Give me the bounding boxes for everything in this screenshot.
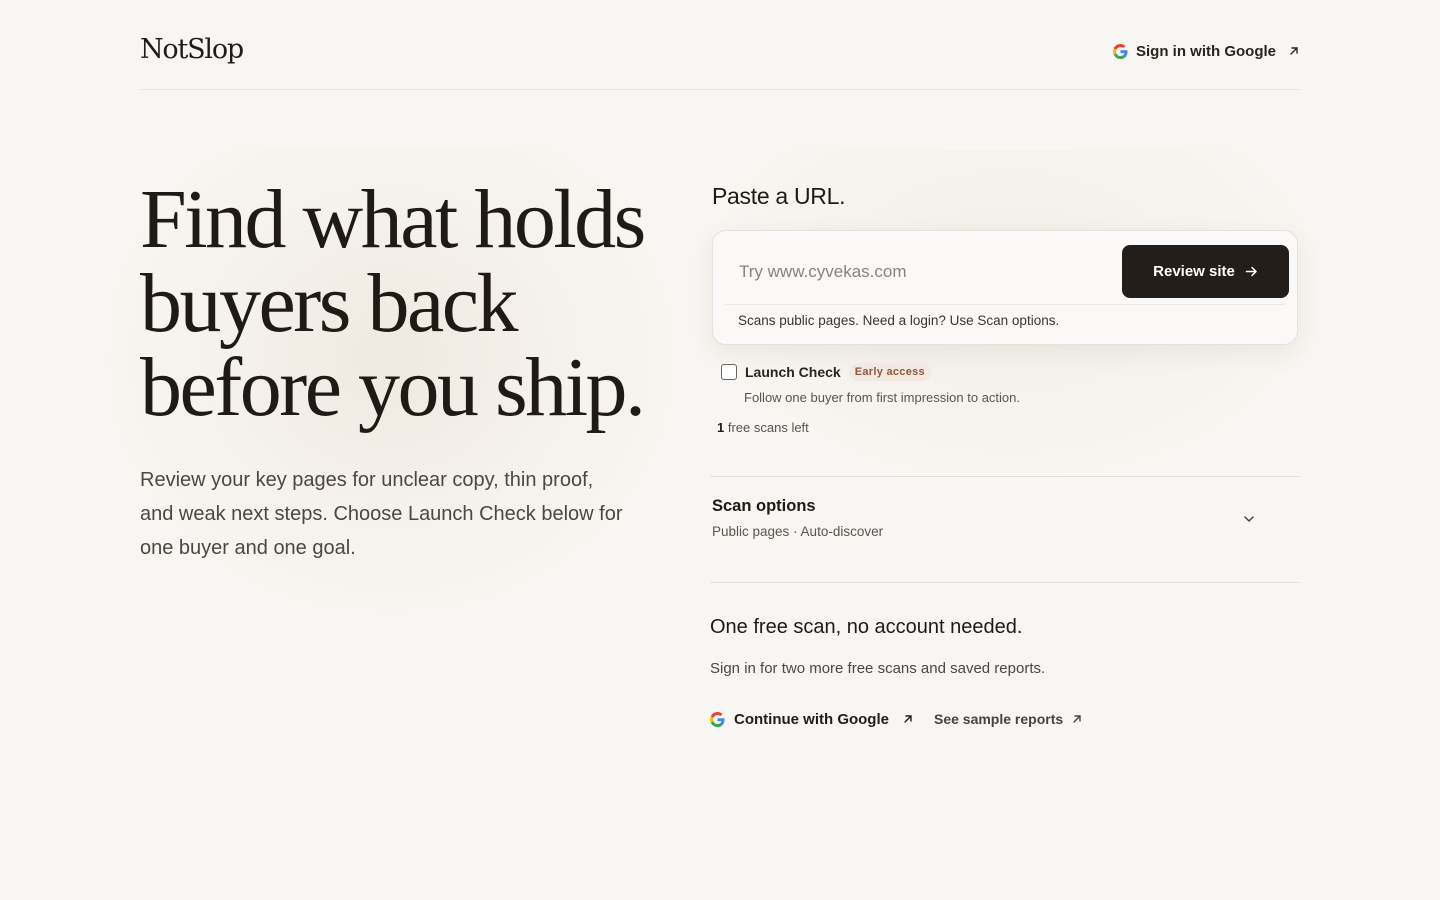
- divider: [710, 582, 1300, 583]
- early-access-badge: Early access: [848, 363, 931, 381]
- free-scan-heading: One free scan, no account needed.: [710, 616, 1023, 638]
- see-sample-reports-link[interactable]: See sample reports: [934, 711, 1083, 727]
- arrow-up-right-icon: [1073, 715, 1081, 723]
- google-icon: [1113, 43, 1128, 59]
- arrow-right-icon: [1245, 266, 1257, 277]
- sign-in-label: Sign in with Google: [1136, 42, 1276, 60]
- sign-in-with-google-link[interactable]: Sign in with Google: [1113, 40, 1300, 62]
- free-scans-text: free scans left: [727, 420, 809, 435]
- chevron-down-icon: [1244, 516, 1254, 522]
- card-divider: [725, 304, 1285, 305]
- launch-check-checkbox[interactable]: [721, 364, 737, 380]
- review-site-label: Review site: [1153, 263, 1235, 280]
- site-header: NotSlop Sign in with Google: [140, 0, 1300, 90]
- url-input[interactable]: [727, 247, 1107, 297]
- free-scans-left: 1 free scans left: [717, 420, 809, 435]
- arrow-up-right-icon: [1290, 47, 1298, 55]
- launch-check-description: Follow one buyer from first impression t…: [744, 390, 1020, 405]
- launch-check-label[interactable]: Launch Check: [745, 364, 841, 380]
- hero-title: Find what holds buyers back before you s…: [140, 173, 646, 434]
- continue-with-google-link[interactable]: Continue with Google: [710, 711, 914, 728]
- scan-options-toggle[interactable]: Scan options Public pages · Auto-discove…: [710, 492, 1300, 568]
- arrow-up-right-icon: [904, 715, 912, 723]
- url-heading: Paste a URL.: [712, 183, 846, 209]
- cta-row: Continue with Google See sample reports: [710, 707, 1083, 731]
- review-site-button[interactable]: Review site: [1122, 245, 1289, 298]
- scan-options-title: Scan options: [712, 497, 816, 515]
- scan-note: Scans public pages. Need a login? Use Sc…: [738, 313, 1060, 328]
- scan-options-summary: Public pages · Auto-discover: [712, 524, 884, 539]
- hero-subtitle: Review your key pages for unclear copy, …: [140, 469, 623, 559]
- launch-check-row: Launch Check Early access: [721, 361, 931, 383]
- free-scan-subtext: Sign in for two more free scans and save…: [710, 660, 1046, 677]
- divider: [710, 476, 1300, 477]
- brand-logo[interactable]: NotSlop: [140, 34, 244, 65]
- free-scans-count: 1: [717, 420, 725, 435]
- url-form-card: Review site Scans public pages. Need a l…: [712, 230, 1298, 345]
- landing-page: NotSlop Sign in with Google Find what ho…: [0, 0, 1440, 900]
- continue-with-google-label: Continue with Google: [734, 710, 889, 728]
- see-sample-reports-label: See sample reports: [933, 711, 1064, 727]
- google-icon: [710, 711, 725, 727]
